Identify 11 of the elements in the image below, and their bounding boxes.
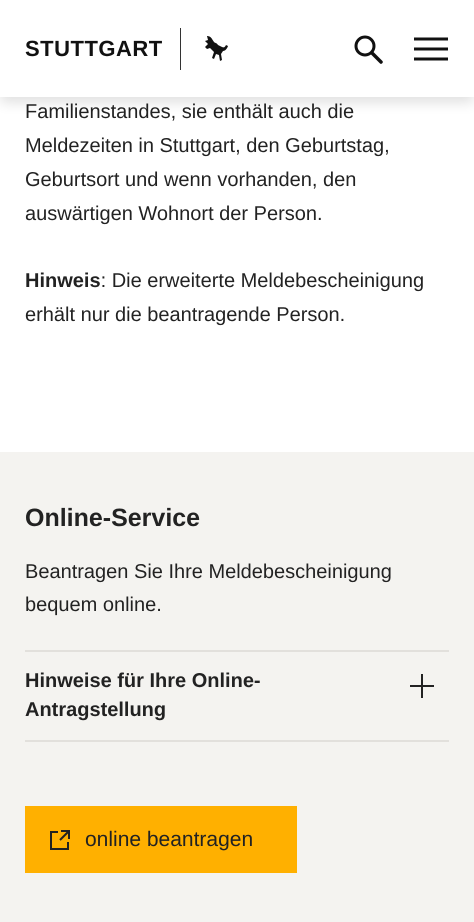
paragraph: Beantragen Sie Ihre Meldebescheinigung bequem online. [25,560,393,618]
apply-online-button[interactable]: online beantragen [25,806,297,873]
section-heading: Online-Service [25,503,202,534]
accordion-header[interactable]: Hinweise für Ihre Online-Antragstellung [25,650,449,742]
paragraph: Hinweis: Die erweiterte Meldebescheinigung erhält nur die beantragende Person. [25,269,426,328]
search-icon [352,32,384,64]
logo[interactable]: STUTTGART [25,32,163,65]
menu-icon [414,36,448,60]
plus-icon [409,673,435,699]
paragraph: Familienstandes, sie enthält auch die Meldezeiten in Stuttgart, den Geburtstag, Geburtsort und wenn vorhanden, den auswärtigen Wohnort der Person. [25,100,391,227]
external-link-icon [49,828,71,850]
